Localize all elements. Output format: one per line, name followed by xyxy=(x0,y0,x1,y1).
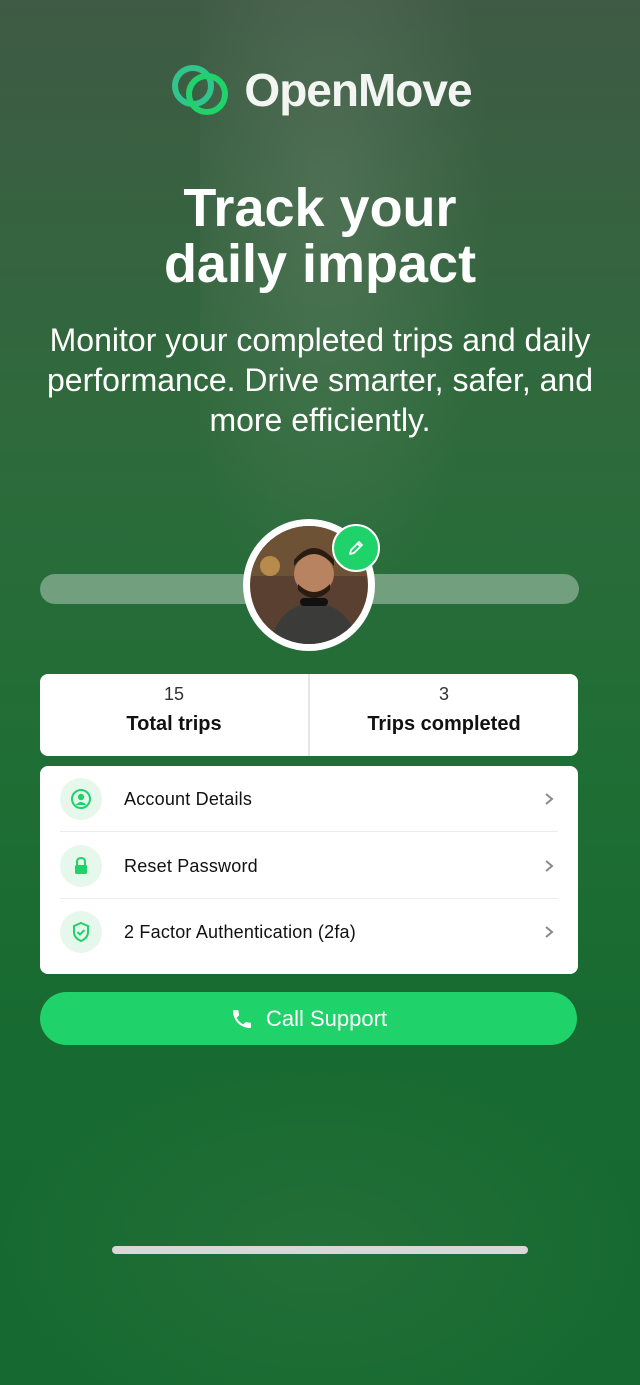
lock-icon xyxy=(60,845,102,887)
page-title: Track your daily impact xyxy=(0,180,640,292)
divider xyxy=(60,831,558,832)
phone-icon xyxy=(232,1009,251,1028)
menu-item-label: Reset Password xyxy=(124,855,258,876)
menu-item-reset-password[interactable]: Reset Password xyxy=(60,833,558,899)
settings-menu: Account Details Reset Password 2 Factor … xyxy=(40,766,578,974)
chevron-right-icon xyxy=(545,793,554,805)
chevron-right-icon xyxy=(545,860,554,872)
menu-item-label: 2 Factor Authentication (2fa) xyxy=(124,921,356,942)
stat-label: Trips completed xyxy=(367,713,521,735)
menu-item-label: Account Details xyxy=(124,788,253,809)
trip-stats: 15 Total trips 3 Trips completed xyxy=(40,674,578,756)
headline-line-2: daily impact xyxy=(163,234,477,294)
menu-item-2fa[interactable]: 2 Factor Authentication (2fa) xyxy=(60,899,558,965)
stat-label: Total trips xyxy=(126,713,222,735)
call-support-button[interactable]: Call Support xyxy=(40,992,577,1045)
page-subtitle: Monitor your completed trips and daily p… xyxy=(47,322,593,438)
shield-check-icon xyxy=(60,911,102,953)
chevron-right-icon xyxy=(545,926,554,938)
brand-name: OpenMove xyxy=(244,64,472,116)
brand-logo: OpenMove xyxy=(0,58,640,122)
call-support-label: Call Support xyxy=(265,1005,388,1031)
stat-value: 3 xyxy=(438,684,449,704)
stat-value: 15 xyxy=(163,684,185,704)
openmove-logo-icon xyxy=(172,65,229,115)
pencil-icon xyxy=(349,541,363,555)
menu-item-account-details[interactable]: Account Details xyxy=(60,766,558,832)
headline-line-1: Track your xyxy=(183,178,457,238)
home-indicator[interactable] xyxy=(112,1246,528,1254)
stat-trips-completed: 3 Trips completed xyxy=(308,674,578,756)
edit-profile-button[interactable] xyxy=(332,524,380,572)
user-circle-icon xyxy=(60,778,102,820)
stat-total-trips: 15 Total trips xyxy=(40,674,308,756)
background-ground xyxy=(0,1050,640,1385)
